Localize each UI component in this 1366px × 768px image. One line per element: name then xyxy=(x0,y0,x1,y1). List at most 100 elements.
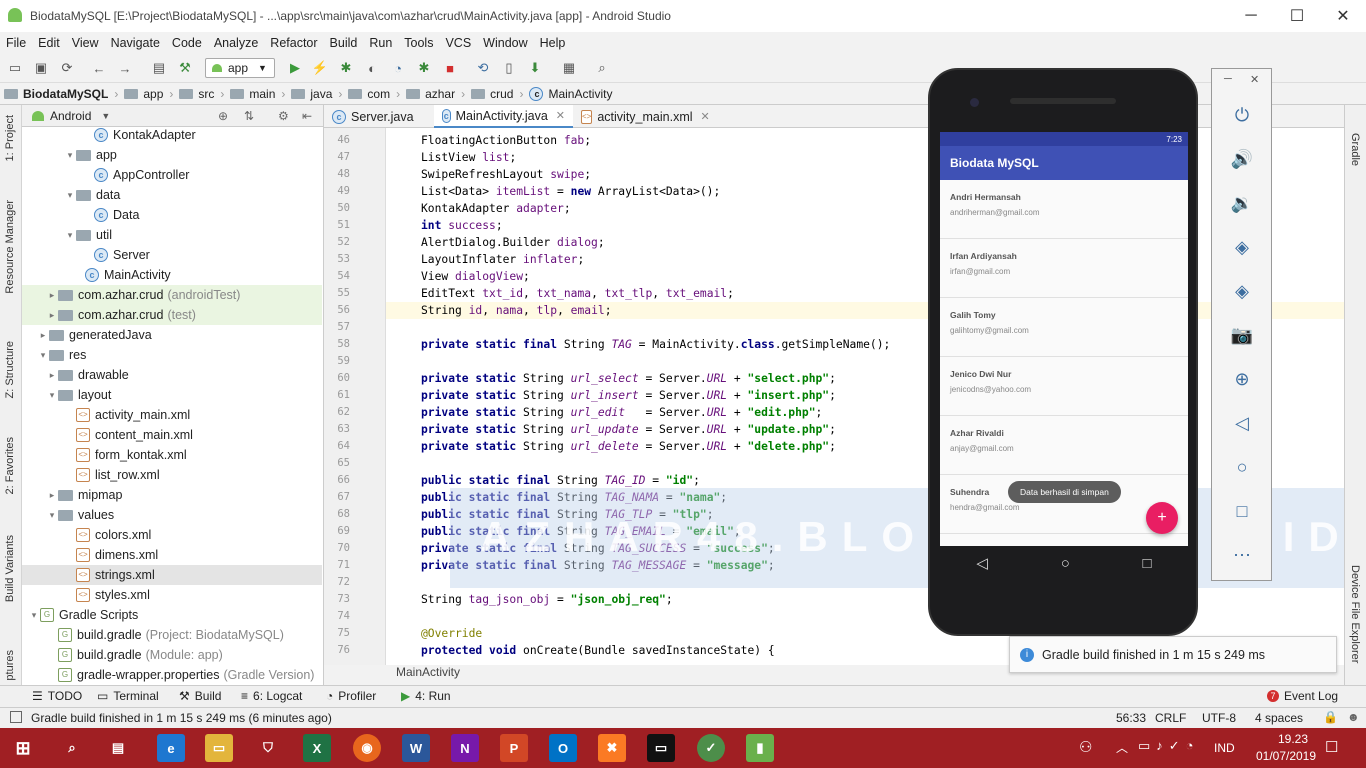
code-line[interactable]: KontakAdapter adapter; xyxy=(421,200,571,217)
code-line[interactable]: public static final String TAG_NAMA = "n… xyxy=(421,489,727,506)
code-line[interactable]: private static String url_edit = Server.… xyxy=(421,404,822,421)
expand-arrow-icon[interactable]: ▾ xyxy=(46,390,58,401)
locate-icon[interactable]: ⊕ xyxy=(218,109,228,123)
emulator-screen[interactable]: 7:23 Biodata MySQL Andri Hermansah andrih… xyxy=(940,132,1188,546)
rotate-left-icon[interactable]: ◈ xyxy=(1230,235,1254,259)
tree-item[interactable]: <> dimens.xml xyxy=(22,545,322,565)
code-line[interactable]: private static final String TAG_SUCCESS … xyxy=(421,540,775,557)
breadcrumb-item[interactable]: java xyxy=(287,87,336,101)
expand-arrow-icon[interactable]: ▸ xyxy=(46,490,58,501)
editor-breadcrumb[interactable]: MainActivity xyxy=(396,665,460,679)
stop-icon[interactable]: ■ xyxy=(441,59,459,77)
android-studio-task-icon[interactable]: ✓ xyxy=(697,734,725,762)
volume-down-icon[interactable]: 🔉 xyxy=(1230,191,1254,215)
tree-item[interactable]: ▾ layout xyxy=(22,385,322,405)
expand-arrow-icon[interactable]: ▾ xyxy=(46,510,58,521)
file-explorer-icon[interactable]: ▭ xyxy=(205,734,233,762)
profile-icon[interactable]: ◔ xyxy=(389,59,407,77)
debug-icon[interactable]: ✱ xyxy=(337,59,355,77)
code-line[interactable]: LayoutInflater inflater; xyxy=(421,251,584,268)
tree-item[interactable]: ▸ com.azhar.crud (test) xyxy=(22,305,322,325)
tab-terminal[interactable]: ▭ Terminal xyxy=(97,689,159,703)
tree-item[interactable]: ▾ G Gradle Scripts xyxy=(22,605,322,625)
build-notification[interactable]: i Gradle build finished in 1 m 15 s 249 … xyxy=(1009,636,1337,673)
tree-item[interactable]: <> strings.xml xyxy=(22,565,322,585)
firefox-icon[interactable]: ◉ xyxy=(353,734,381,762)
breadcrumb-item[interactable]: main xyxy=(226,87,279,101)
tab-event-log[interactable]: 7 Event Log xyxy=(1267,689,1338,703)
tab-run[interactable]: ▶ 4: Run xyxy=(401,689,451,703)
breadcrumb-item[interactable]: com xyxy=(344,87,394,101)
code-line[interactable]: public static final String TAG_ID = "id"… xyxy=(421,472,700,489)
tree-item[interactable]: <> content_main.xml xyxy=(22,425,322,445)
menu-edit[interactable]: Edit xyxy=(32,36,66,50)
tray-icons[interactable]: ▭♪✓◔ xyxy=(1138,738,1200,754)
tree-item[interactable]: c MainActivity xyxy=(22,265,322,285)
right-tab-device-file-explorer[interactable]: Device File Explorer xyxy=(1349,565,1361,663)
apply-changes-icon[interactable]: ⚡ xyxy=(311,59,329,77)
home-icon[interactable]: ○ xyxy=(1061,555,1070,572)
code-line[interactable]: View dialogView; xyxy=(421,268,530,285)
breadcrumb-item[interactable]: c MainActivity xyxy=(525,86,616,101)
back-icon[interactable]: ◁ xyxy=(1230,411,1254,435)
home-icon[interactable]: ○ xyxy=(1230,455,1254,479)
tree-item[interactable]: <> list_row.xml xyxy=(22,465,322,485)
expand-arrow-icon[interactable]: ▾ xyxy=(64,230,76,241)
indent-setting[interactable]: 4 spaces xyxy=(1255,711,1303,725)
menu-code[interactable]: Code xyxy=(166,36,208,50)
code-line[interactable]: List<Data> itemList = new ArrayList<Data… xyxy=(421,183,720,200)
hide-icon[interactable]: ⇤ xyxy=(302,109,312,123)
gear-icon[interactable]: ⚙ xyxy=(278,109,289,123)
expand-arrow-icon[interactable]: ▾ xyxy=(64,150,76,161)
breadcrumb-item[interactable]: src xyxy=(175,87,218,101)
line-separator[interactable]: CRLF xyxy=(1155,711,1186,725)
code-line[interactable]: protected void onCreate(Bundle savedInst… xyxy=(421,642,775,659)
breadcrumb-item[interactable]: crud xyxy=(467,87,517,101)
breadcrumb-item[interactable]: BiodataMySQL xyxy=(0,87,112,101)
maximize-button[interactable]: ☐ xyxy=(1274,0,1320,32)
attach-icon[interactable]: ✱ xyxy=(415,59,433,77)
project-structure-icon[interactable]: ▦ xyxy=(560,59,578,77)
code-line[interactable]: EditText txt_id, txt_nama, txt_tlp, txt_… xyxy=(421,285,734,302)
code-line[interactable]: int success; xyxy=(421,217,503,234)
menu-refactor[interactable]: Refactor xyxy=(264,36,323,50)
expand-arrow-icon[interactable]: ▸ xyxy=(46,310,58,321)
cmd-icon[interactable]: ▭ xyxy=(647,734,675,762)
people-icon[interactable]: ⚇ xyxy=(1079,738,1092,756)
status-message[interactable]: Gradle build finished in 1 m 15 s 249 ms… xyxy=(31,711,332,725)
code-line[interactable]: ListView list; xyxy=(421,149,516,166)
expand-arrow-icon[interactable]: ▾ xyxy=(64,190,76,201)
recents-icon[interactable]: □ xyxy=(1143,555,1152,572)
tree-item[interactable]: ▸ generatedJava xyxy=(22,325,322,345)
menu-vcs[interactable]: VCS xyxy=(439,36,477,50)
emulator-task-icon[interactable]: ▮ xyxy=(746,734,774,762)
expand-arrow-icon[interactable]: ▾ xyxy=(28,610,40,621)
more-icon[interactable]: ⋯ xyxy=(1230,543,1254,567)
module-icon[interactable]: ▤ xyxy=(150,59,168,77)
menu-navigate[interactable]: Navigate xyxy=(105,36,166,50)
menu-build[interactable]: Build xyxy=(324,36,364,50)
fab-add-button[interactable]: + xyxy=(1146,502,1178,534)
close-tab-icon[interactable]: ✕ xyxy=(701,110,710,123)
tree-item[interactable]: ▾ util xyxy=(22,225,322,245)
code-line[interactable]: private static String url_insert = Serve… xyxy=(421,387,836,404)
code-line[interactable]: private static String url_select = Serve… xyxy=(421,370,836,387)
camera-icon[interactable]: 📷 xyxy=(1230,323,1254,347)
expand-arrow-icon[interactable]: ▸ xyxy=(37,330,49,341)
tray-chevron-icon[interactable]: ︿ xyxy=(1116,739,1128,756)
back-icon[interactable]: ◁ xyxy=(976,554,988,572)
input-language[interactable]: IND xyxy=(1214,741,1235,755)
left-tab-1-project[interactable]: 1: Project xyxy=(4,115,16,161)
tree-item[interactable]: Gbuild.gradle (Module: app) xyxy=(22,645,322,665)
tree-item[interactable]: ▸ drawable xyxy=(22,365,322,385)
clock-time[interactable]: 19.23 xyxy=(1263,732,1323,746)
left-tab-2-favorites[interactable]: 2: Favorites xyxy=(4,437,16,494)
tree-item[interactable]: <> form_kontak.xml xyxy=(22,445,322,465)
store-icon[interactable]: ⛉ xyxy=(254,734,282,762)
code-line[interactable]: private static final String TAG_MESSAGE … xyxy=(421,557,775,574)
tree-item[interactable]: ▸ com.azhar.crud (androidTest) xyxy=(22,285,322,305)
tree-item[interactable]: ▾ app xyxy=(22,145,322,165)
expand-arrow-icon[interactable]: ▸ xyxy=(46,370,58,381)
gradle-sync-icon[interactable]: ⟲ xyxy=(474,59,492,77)
contact-row[interactable]: Galih Tomy galihtomy@gmail.com xyxy=(940,298,1188,357)
